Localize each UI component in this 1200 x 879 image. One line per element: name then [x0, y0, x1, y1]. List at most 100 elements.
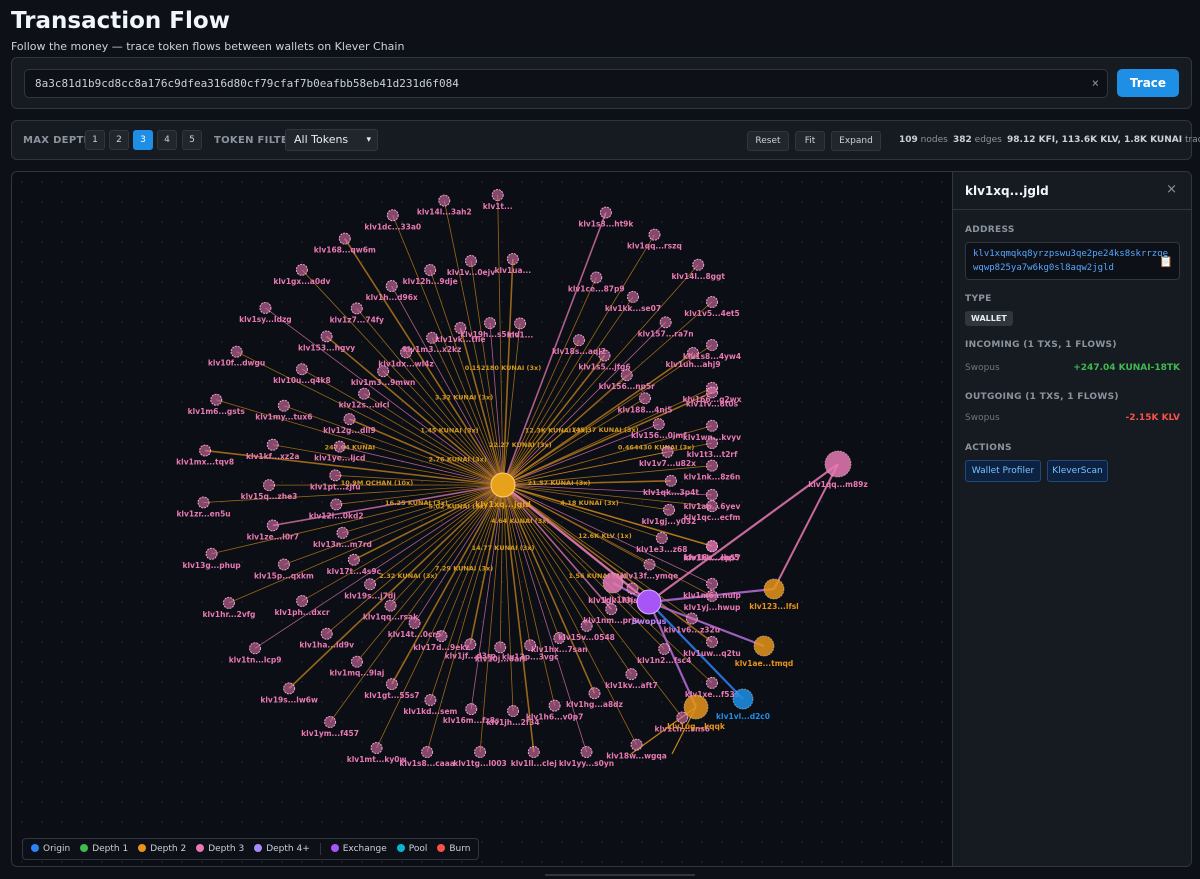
- wallet-node: [514, 317, 527, 330]
- wallet-node: [506, 252, 519, 265]
- incoming-amount: +247.04 KUNAI-18TK: [1073, 363, 1180, 373]
- wallet-node-label: klv1v...0ejv: [447, 268, 495, 277]
- wallet-node-label: klv18w...wgqa: [606, 752, 667, 761]
- wallet-node-label: klv1pt...zjfu: [310, 482, 361, 491]
- exchange-node-label: Swopus: [632, 617, 667, 626]
- outgoing-amount: -2.15K KLV: [1125, 413, 1180, 423]
- wallet-node-label: klv1s8...caaa: [399, 759, 455, 768]
- wallet-node: [580, 619, 593, 632]
- outgoing-row[interactable]: Swopus -2.15K KLV: [965, 413, 1180, 423]
- wallet-node: [438, 194, 451, 207]
- wallet-node: [210, 393, 223, 406]
- graph-canvas[interactable]: 21.57 KUNAI (3x) 4.18 KUNAI (3x) 12.6K KLV…: [11, 171, 952, 867]
- wallet-node: [706, 459, 718, 472]
- legend-depth-2: Depth 2: [138, 844, 186, 854]
- wallet-node-label: klv12h...9dje: [403, 277, 458, 286]
- reset-button[interactable]: Reset: [747, 131, 789, 151]
- wallet-node-label: klv1gt...55s7: [364, 691, 419, 700]
- hub-node-label: klv1qq...m89z: [808, 480, 868, 489]
- page-title: Transaction Flow: [11, 8, 230, 34]
- trace-button[interactable]: Trace: [1117, 69, 1179, 97]
- wallet-node-label: klv1mq...9laj: [330, 669, 385, 678]
- legend: Origin Depth 1 Depth 2 Depth 3 Depth 4+ …: [22, 838, 480, 860]
- wallet-node: [588, 687, 601, 700]
- expand-button[interactable]: Expand: [831, 131, 881, 151]
- wallet-node: [295, 363, 308, 376]
- wallet-node-label: klv17t...4s9c: [327, 567, 381, 576]
- edge-label: 4.18 KUNAI (3x): [560, 499, 618, 507]
- wallet-node: [706, 295, 718, 308]
- wallet-node-label: klv1dc...33a0: [364, 222, 421, 231]
- depth-button-2[interactable]: 2: [109, 130, 129, 150]
- wallet-node: [343, 413, 356, 426]
- wallet-node: [222, 596, 235, 609]
- token-filter-select[interactable]: All Tokens ▾: [285, 129, 378, 151]
- depth-button-3[interactable]: 3: [133, 130, 153, 150]
- panel-header: klv1xq...jgld ×: [953, 172, 1191, 210]
- wallet-node-label: klv19s...lw6w: [260, 695, 318, 704]
- edge-label: 16.25 KUNAI (3x): [385, 499, 448, 507]
- incoming-row[interactable]: Swopus +247.04 KUNAI-18TK: [965, 363, 1180, 373]
- wallet-node-label: klv1hr...2vfg: [202, 610, 255, 619]
- hub-node: [602, 572, 624, 594]
- hub-node: [753, 635, 775, 657]
- wallet-node-label: klv1uh...ahj9: [665, 360, 720, 369]
- panel-title: klv1xq...jgld: [965, 184, 1049, 198]
- wallet-node-label: klv15v...0548: [558, 633, 615, 642]
- hub-node: [763, 578, 785, 600]
- wallet-node-label: klv14l...8ggt: [671, 272, 725, 281]
- wallet-node: [620, 369, 633, 382]
- wallet-node-label: klv12g...dll9: [323, 426, 376, 435]
- wallet-node: [706, 419, 718, 432]
- close-icon[interactable]: ×: [1166, 182, 1177, 197]
- wallet-node-label: klv1dx...wl4z: [378, 359, 434, 368]
- max-depth-label: MAX DEPTH: [23, 135, 93, 146]
- wallet-node-label: klv157...ra7n: [638, 329, 694, 338]
- wallet-node: [643, 558, 656, 571]
- wallet-node-label: klv1ce...87p9: [568, 285, 625, 294]
- wallet-node: [277, 399, 290, 412]
- wallet-node: [266, 438, 279, 451]
- kleverscan-button[interactable]: KleverScan: [1047, 460, 1108, 482]
- wallet-node-label: klv1jf...d3rp: [445, 651, 497, 660]
- wallet-node-label: klv1gj...y032: [642, 517, 697, 526]
- wallet-node-label: klv1kd...sem: [403, 707, 457, 716]
- wallet-node: [358, 387, 371, 400]
- fit-button[interactable]: Fit: [795, 131, 825, 151]
- token-filter-label: TOKEN FILTER: [214, 135, 296, 146]
- wallet-node-label: klv1s8...4yw4: [683, 352, 741, 361]
- wallet-node: [625, 668, 638, 681]
- wallet-node: [347, 553, 360, 566]
- clear-icon[interactable]: ×: [1092, 70, 1099, 97]
- edge-label: 3.32 KUNAI (3x): [435, 393, 493, 401]
- wallet-node: [249, 642, 262, 655]
- wallet-node-label: klv1e3...z68: [636, 545, 687, 554]
- wallet-node-label: klv1ye...ljcd: [314, 454, 365, 463]
- wallet-node-label: klv15p...qxkm: [254, 571, 314, 580]
- search-card: 8a3c81d1b9cd8cc8a176c9dfea316d80cf79cfaf…: [11, 57, 1192, 109]
- edge-label: 0.152180 KUNAI (3x): [465, 364, 541, 372]
- wallet-node-label: klv1v7...u82x: [639, 459, 696, 468]
- wallet-node-label: klv1m3...9mwn: [351, 378, 416, 387]
- depth-button-4[interactable]: 4: [157, 130, 177, 150]
- depth-button-1[interactable]: 1: [85, 130, 105, 150]
- edge-label: 21.57 KUNAI (3x): [528, 479, 591, 487]
- wallet-node-label: klv12l...0kd2: [309, 511, 364, 520]
- wallet-node-label: klv1qk...3p4t: [643, 488, 699, 497]
- wallet-node: [599, 206, 612, 219]
- wallet-node: [507, 704, 520, 717]
- tx-hash-input[interactable]: 8a3c81d1b9cd8cc8a176c9dfea316d80cf79cfaf…: [24, 69, 1108, 98]
- depth-button-5[interactable]: 5: [182, 130, 202, 150]
- wallet-node: [706, 437, 718, 450]
- wallet-node-label: klv168...qw6m: [314, 246, 376, 255]
- wallet-node-label: klv1v5...4et5: [684, 309, 739, 318]
- copy-icon[interactable]: 📋: [1159, 255, 1173, 269]
- incoming-counterparty: Swopus: [965, 363, 1000, 373]
- wallet-node-label: klv1zr...en5u: [176, 509, 230, 518]
- wallet-node: [385, 678, 398, 691]
- wallet-node: [706, 500, 718, 513]
- flow-graph[interactable]: 21.57 KUNAI (3x) 4.18 KUNAI (3x) 12.6K KLV…: [12, 172, 952, 867]
- wallet-profiler-button[interactable]: Wallet Profiler: [965, 460, 1041, 482]
- scroll-indicator: [545, 874, 695, 876]
- edge-label: 145.37 KUNAI (3x): [571, 426, 638, 434]
